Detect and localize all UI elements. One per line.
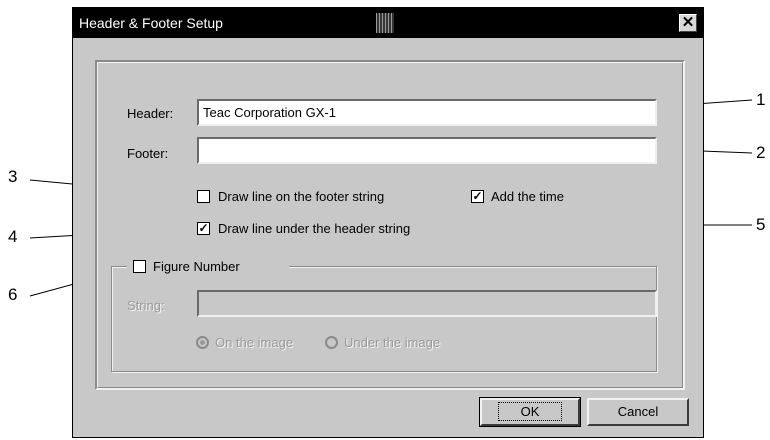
title-bar[interactable]: Header & Footer Setup ✕ (73, 8, 703, 38)
string-label: String: (127, 298, 165, 313)
title-grip-icon (376, 13, 394, 33)
figure-number-label: Figure Number (153, 259, 240, 274)
window-title: Header & Footer Setup (79, 15, 223, 31)
header-input[interactable] (197, 99, 657, 126)
figure-number-group (111, 266, 657, 372)
footer-input[interactable] (197, 137, 657, 164)
callout-4: 4 (8, 227, 18, 246)
ok-button[interactable]: OK (479, 397, 581, 427)
callout-3: 3 (8, 167, 18, 186)
under-image-radio[interactable] (325, 336, 338, 349)
draw-header-line-label: Draw line under the header string (218, 221, 411, 236)
draw-footer-line-label: Draw line on the footer string (218, 189, 385, 204)
close-button[interactable]: ✕ (679, 14, 697, 32)
ok-button-label: OK (497, 402, 563, 421)
on-image-radio[interactable] (196, 336, 209, 349)
callout-1: 1 (756, 90, 766, 109)
add-time-label: Add the time (491, 189, 564, 204)
callout-2: 2 (756, 143, 766, 162)
add-time-checkbox[interactable]: ✓ (471, 190, 484, 203)
callout-5: 5 (756, 215, 766, 234)
on-image-label: On the image (215, 335, 294, 350)
under-image-label: Under the image (344, 335, 441, 350)
figure-number-checkbox[interactable] (133, 260, 146, 273)
callout-6: 6 (8, 285, 18, 304)
footer-label: Footer: (127, 146, 169, 161)
cancel-button[interactable]: Cancel (587, 398, 689, 426)
draw-header-line-checkbox[interactable]: ✓ (197, 222, 210, 235)
header-footer-dialog: Header & Footer Setup ✕ Header: Footer: … (72, 7, 704, 438)
string-input[interactable] (197, 290, 657, 317)
draw-footer-line-checkbox[interactable] (197, 190, 210, 203)
header-label: Header: (127, 106, 174, 121)
